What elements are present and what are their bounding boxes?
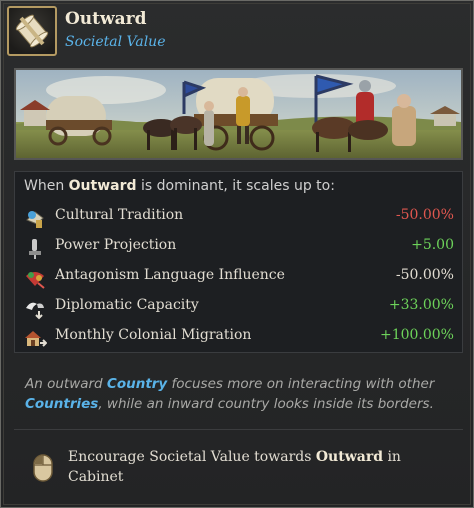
country-link[interactable]: Country [107, 376, 167, 392]
effect-row-cultural-tradition: Cultural Tradition -50.00% [15, 203, 464, 231]
intro-suffix: is dominant, it scales up to: [136, 178, 335, 194]
diplomatic-capacity-icon [26, 302, 44, 320]
description-text: An outward Country focuses more on inter… [25, 374, 455, 414]
countries-link[interactable]: Countries [25, 396, 98, 412]
intro-subject: Outward [68, 178, 137, 194]
colonial-migration-icon [25, 331, 47, 347]
divider [14, 429, 463, 430]
desc-part: , while an inward country looks inside i… [98, 396, 434, 412]
encourage-action[interactable]: Encourage Societal Value towards Outward… [68, 447, 448, 487]
action-prefix: Encourage Societal Value towards [68, 449, 316, 465]
effect-value: +100.00% [379, 327, 454, 343]
mouse-icon [33, 454, 53, 482]
effect-label: Cultural Tradition [55, 207, 184, 223]
effect-label: Antagonism Language Influence [55, 267, 285, 283]
intro-prefix: When [24, 178, 69, 194]
effects-intro: When Outward is dominant, it scales up t… [24, 178, 335, 194]
banner-illustration [14, 68, 463, 160]
page-subtitle: Societal Value [65, 34, 166, 50]
page-title: Outward [65, 9, 147, 29]
effect-value: -50.00% [395, 207, 454, 223]
tooltip-panel: Outward Societal Value When Outward is d… [0, 0, 474, 508]
action-target: Outward [315, 449, 383, 465]
power-projection-icon [29, 239, 41, 259]
cultural-tradition-icon [26, 211, 44, 228]
effect-row-monthly-colonial-migration: Monthly Colonial Migration +100.00% [15, 323, 464, 351]
effect-row-diplomatic-capacity: Diplomatic Capacity +33.00% [15, 293, 464, 321]
effect-value: +5.00 [411, 237, 454, 253]
effect-label: Diplomatic Capacity [55, 297, 199, 313]
effects-panel: When Outward is dominant, it scales up t… [14, 171, 463, 353]
scroll-icon [7, 6, 57, 56]
effect-label: Power Projection [55, 237, 177, 253]
effect-row-power-projection: Power Projection +5.00 [15, 233, 464, 261]
desc-part: An outward [25, 376, 107, 392]
desc-part: focuses more on interacting with other [167, 376, 435, 392]
antagonism-language-icon [26, 272, 45, 289]
effect-value: +33.00% [388, 297, 454, 313]
effect-label: Monthly Colonial Migration [55, 327, 252, 343]
effect-row-antagonism-language-influence: Antagonism Language Influence -50.00% [15, 263, 464, 291]
effect-value: -50.00% [395, 267, 454, 283]
